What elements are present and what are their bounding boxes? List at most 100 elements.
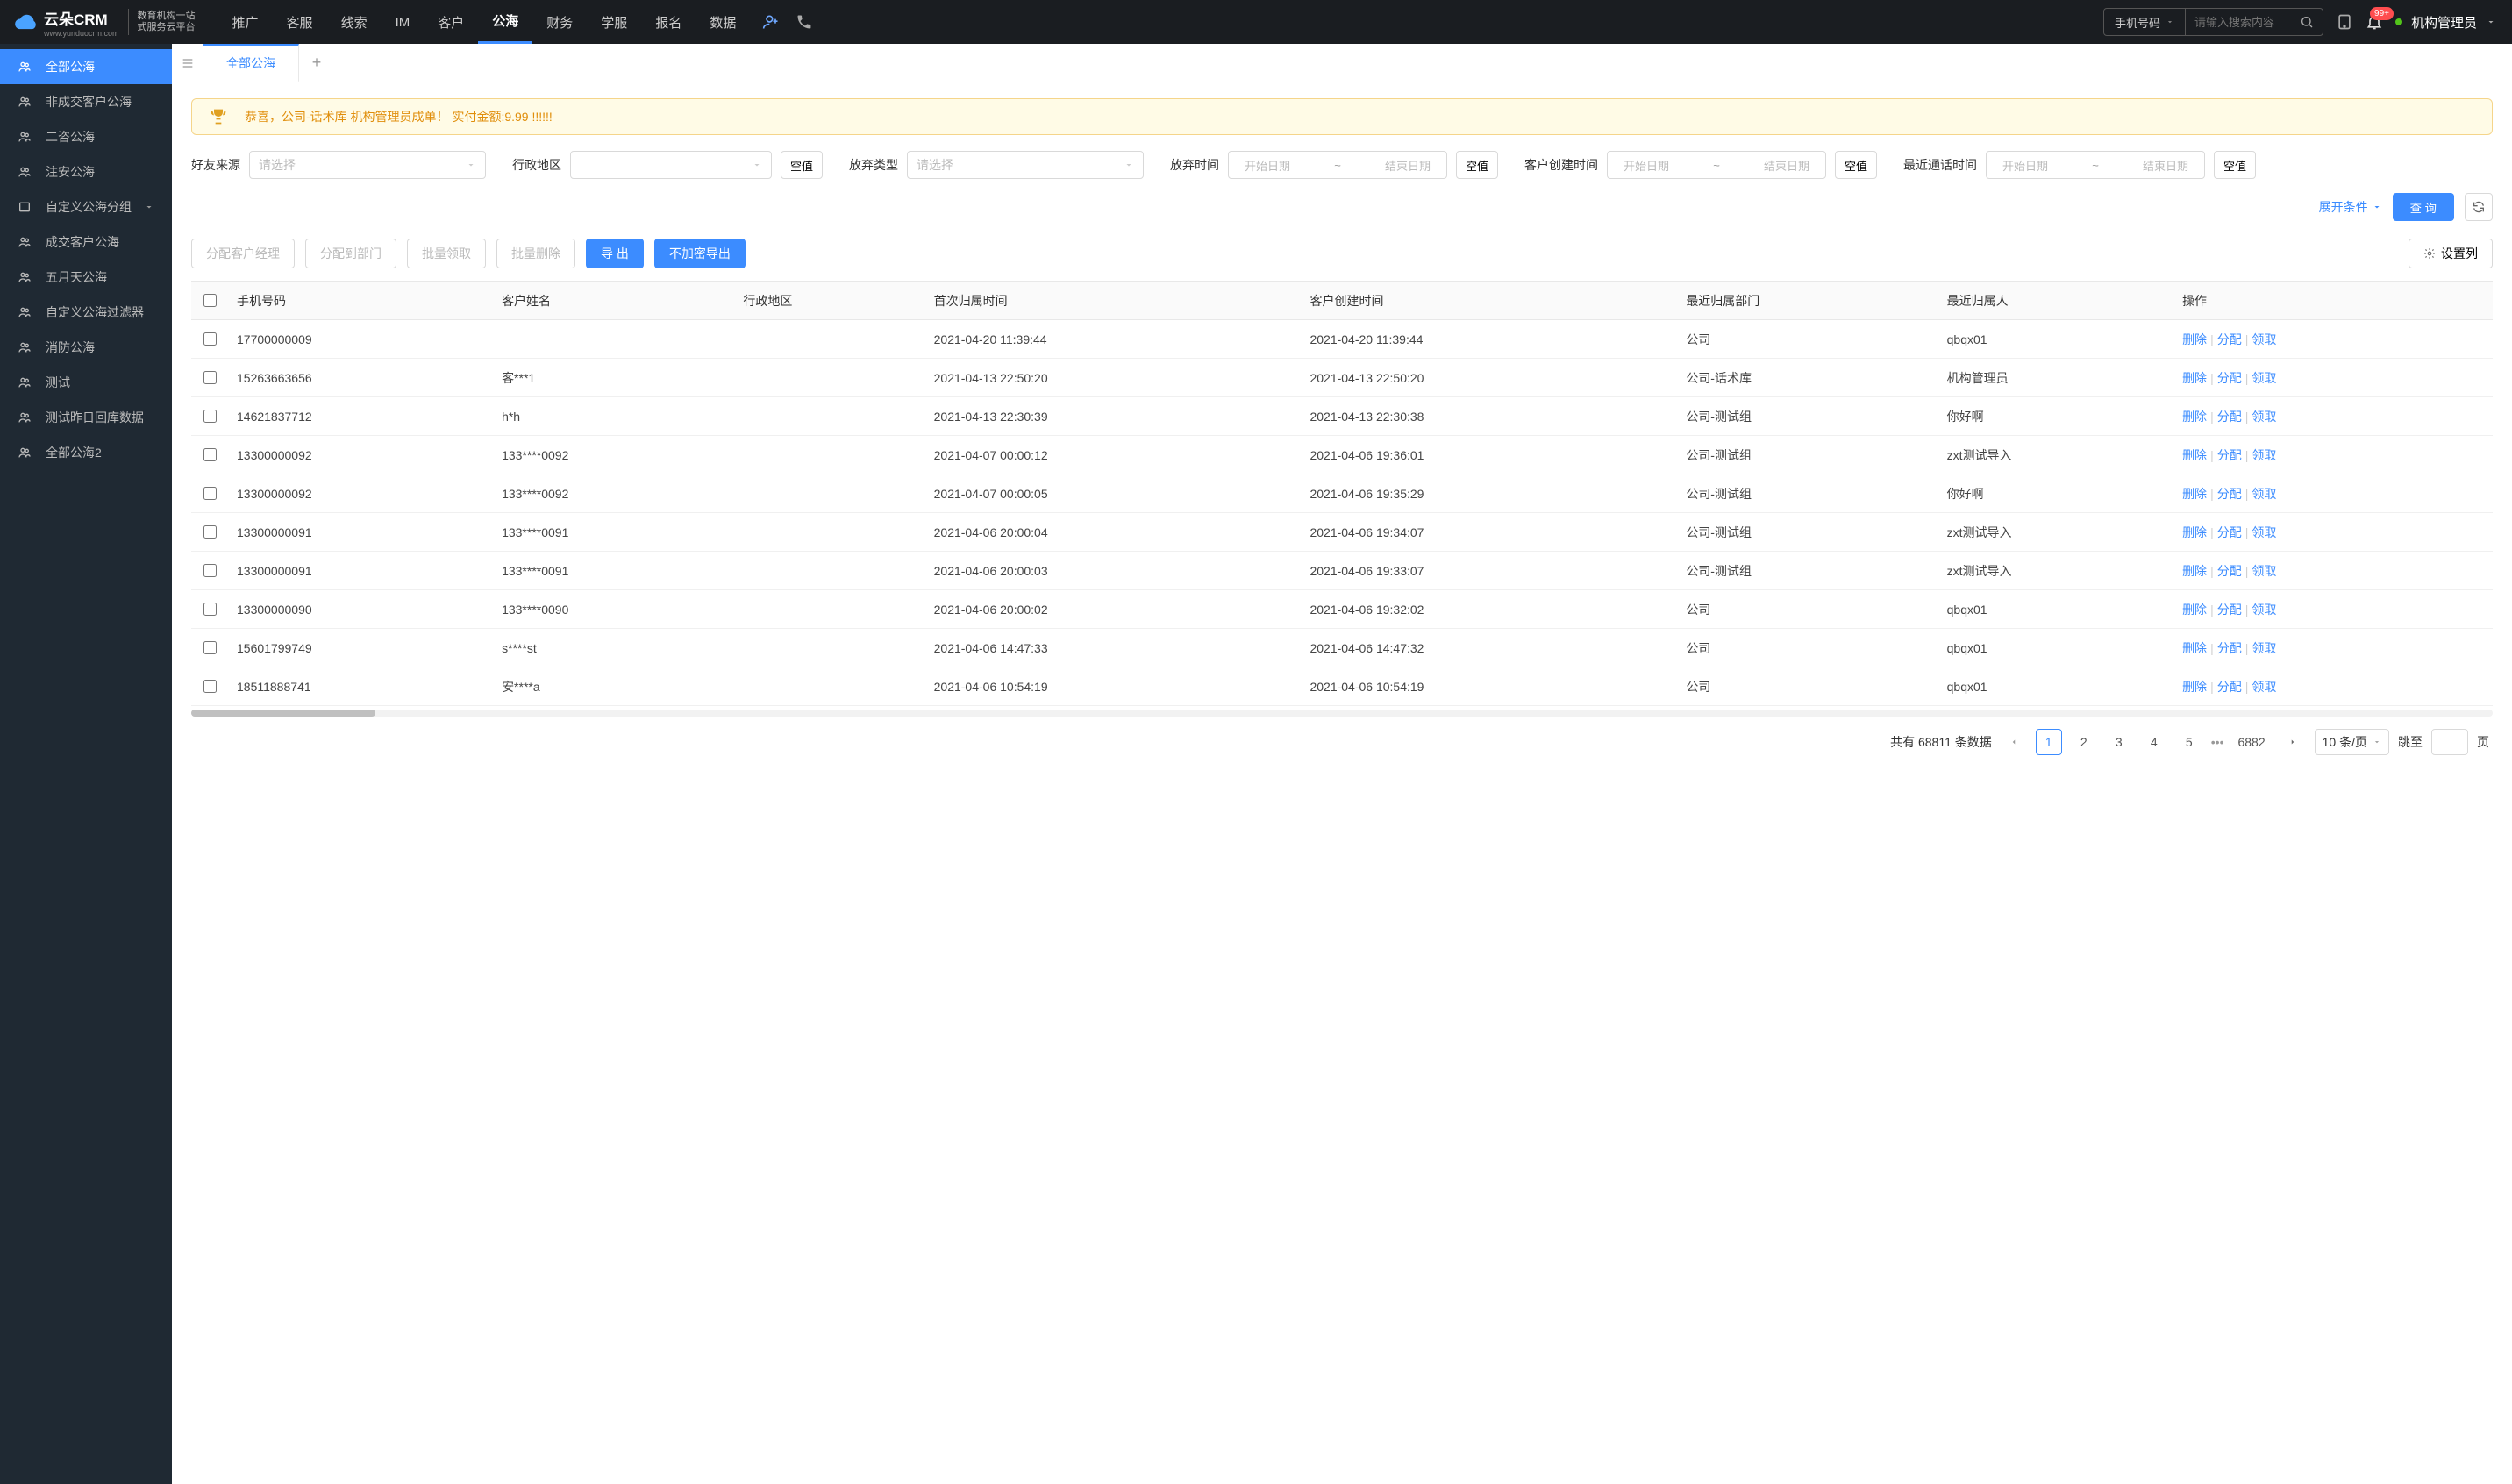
- op-delete[interactable]: 删除: [2182, 448, 2207, 462]
- op-assign[interactable]: 分配: [2217, 410, 2242, 424]
- filter-abandon-type[interactable]: 请选择: [907, 151, 1144, 179]
- tab-all-sea[interactable]: 全部公海: [203, 44, 299, 82]
- row-checkbox[interactable]: [203, 603, 217, 616]
- export-plain-button[interactable]: 不加密导出: [654, 239, 746, 268]
- filter-create-time-null[interactable]: 空值: [1835, 151, 1877, 179]
- row-checkbox[interactable]: [203, 448, 217, 461]
- sidebar-item-8[interactable]: 消防公海: [0, 330, 172, 365]
- op-claim[interactable]: 领取: [2252, 680, 2276, 694]
- sidebar-item-7[interactable]: 自定义公海过滤器: [0, 295, 172, 330]
- sidebar-item-5[interactable]: 成交客户公海: [0, 225, 172, 260]
- prev-page[interactable]: [2001, 729, 2027, 755]
- tab-add[interactable]: +: [299, 44, 334, 82]
- op-claim[interactable]: 领取: [2252, 371, 2276, 385]
- row-checkbox[interactable]: [203, 371, 217, 384]
- page-3[interactable]: 3: [2106, 729, 2132, 755]
- row-checkbox[interactable]: [203, 564, 217, 577]
- op-assign[interactable]: 分配: [2217, 332, 2242, 346]
- sidebar-item-3[interactable]: 注安公海: [0, 154, 172, 189]
- row-checkbox[interactable]: [203, 680, 217, 693]
- page-last[interactable]: 6882: [2232, 729, 2270, 755]
- op-delete[interactable]: 删除: [2182, 332, 2207, 346]
- op-claim[interactable]: 领取: [2252, 487, 2276, 501]
- op-claim[interactable]: 领取: [2252, 603, 2276, 617]
- op-delete[interactable]: 删除: [2182, 525, 2207, 539]
- assign-manager-button[interactable]: 分配客户经理: [191, 239, 295, 268]
- page-4[interactable]: 4: [2141, 729, 2167, 755]
- nav-item-3[interactable]: IM: [382, 0, 425, 44]
- search-type[interactable]: 手机号码: [2104, 9, 2186, 35]
- filter-last-call-range[interactable]: 开始日期 ~ 结束日期: [1986, 151, 2205, 179]
- expand-conditions[interactable]: 展开条件: [2319, 198, 2382, 216]
- sidebar-item-2[interactable]: 二咨公海: [0, 119, 172, 154]
- filter-create-time-range[interactable]: 开始日期 ~ 结束日期: [1607, 151, 1826, 179]
- op-assign[interactable]: 分配: [2217, 525, 2242, 539]
- notification-bell[interactable]: 99+: [2366, 13, 2383, 31]
- op-claim[interactable]: 领取: [2252, 564, 2276, 578]
- filter-friend-source[interactable]: 请选择: [249, 151, 486, 179]
- batch-delete-button[interactable]: 批量删除: [496, 239, 575, 268]
- op-assign[interactable]: 分配: [2217, 603, 2242, 617]
- page-5[interactable]: 5: [2176, 729, 2202, 755]
- op-assign[interactable]: 分配: [2217, 680, 2242, 694]
- phone-icon[interactable]: [796, 13, 813, 31]
- sidebar-item-0[interactable]: 全部公海: [0, 49, 172, 84]
- columns-button[interactable]: 设置列: [2409, 239, 2493, 268]
- nav-item-7[interactable]: 学服: [587, 0, 641, 44]
- select-all-checkbox[interactable]: [203, 294, 217, 307]
- search-input[interactable]: [2186, 9, 2291, 35]
- op-delete[interactable]: 删除: [2182, 487, 2207, 501]
- sidebar-item-6[interactable]: 五月天公海: [0, 260, 172, 295]
- next-page[interactable]: [2280, 729, 2306, 755]
- add-user-icon[interactable]: [762, 13, 780, 31]
- horizontal-scrollbar[interactable]: [191, 710, 2493, 717]
- page-1[interactable]: 1: [2036, 729, 2062, 755]
- nav-item-9[interactable]: 数据: [696, 0, 750, 44]
- filter-last-call-null[interactable]: 空值: [2214, 151, 2256, 179]
- page-size-select[interactable]: 10 条/页: [2315, 729, 2389, 755]
- filter-abandon-time-null[interactable]: 空值: [1456, 151, 1498, 179]
- user-menu[interactable]: 机构管理员: [2395, 13, 2496, 32]
- scrollbar-thumb[interactable]: [191, 710, 375, 717]
- row-checkbox[interactable]: [203, 641, 217, 654]
- sidebar-item-4[interactable]: 自定义公海分组: [0, 189, 172, 225]
- page-2[interactable]: 2: [2071, 729, 2097, 755]
- op-delete[interactable]: 删除: [2182, 641, 2207, 655]
- nav-item-2[interactable]: 线索: [327, 0, 382, 44]
- sidebar-item-10[interactable]: 测试昨日回库数据: [0, 400, 172, 435]
- op-assign[interactable]: 分配: [2217, 564, 2242, 578]
- nav-item-1[interactable]: 客服: [273, 0, 327, 44]
- row-checkbox[interactable]: [203, 410, 217, 423]
- row-checkbox[interactable]: [203, 525, 217, 539]
- export-button[interactable]: 导 出: [586, 239, 644, 268]
- nav-item-0[interactable]: 推广: [218, 0, 273, 44]
- op-claim[interactable]: 领取: [2252, 448, 2276, 462]
- filter-region-null[interactable]: 空值: [781, 151, 823, 179]
- op-delete[interactable]: 删除: [2182, 603, 2207, 617]
- row-checkbox[interactable]: [203, 487, 217, 500]
- logo[interactable]: 云朵CRM www.yunduocrm.com 教育机构一站 式服务云平台: [0, 7, 210, 38]
- op-delete[interactable]: 删除: [2182, 410, 2207, 424]
- nav-item-6[interactable]: 财务: [532, 0, 587, 44]
- search-button[interactable]: 查 询: [2393, 193, 2454, 221]
- nav-item-8[interactable]: 报名: [641, 0, 696, 44]
- refresh-button[interactable]: [2465, 193, 2493, 221]
- nav-item-4[interactable]: 客户: [424, 0, 478, 44]
- op-assign[interactable]: 分配: [2217, 371, 2242, 385]
- assign-dept-button[interactable]: 分配到部门: [305, 239, 396, 268]
- op-delete[interactable]: 删除: [2182, 564, 2207, 578]
- op-claim[interactable]: 领取: [2252, 332, 2276, 346]
- op-assign[interactable]: 分配: [2217, 448, 2242, 462]
- op-assign[interactable]: 分配: [2217, 641, 2242, 655]
- op-assign[interactable]: 分配: [2217, 487, 2242, 501]
- op-claim[interactable]: 领取: [2252, 525, 2276, 539]
- sidebar-item-9[interactable]: 测试: [0, 365, 172, 400]
- tablet-icon[interactable]: [2336, 13, 2353, 31]
- sidebar-item-11[interactable]: 全部公海2: [0, 435, 172, 470]
- op-delete[interactable]: 删除: [2182, 371, 2207, 385]
- jump-input[interactable]: [2431, 729, 2468, 755]
- nav-item-5[interactable]: 公海: [478, 0, 532, 44]
- search-button[interactable]: [2291, 9, 2323, 35]
- filter-region[interactable]: [570, 151, 772, 179]
- sidebar-item-1[interactable]: 非成交客户公海: [0, 84, 172, 119]
